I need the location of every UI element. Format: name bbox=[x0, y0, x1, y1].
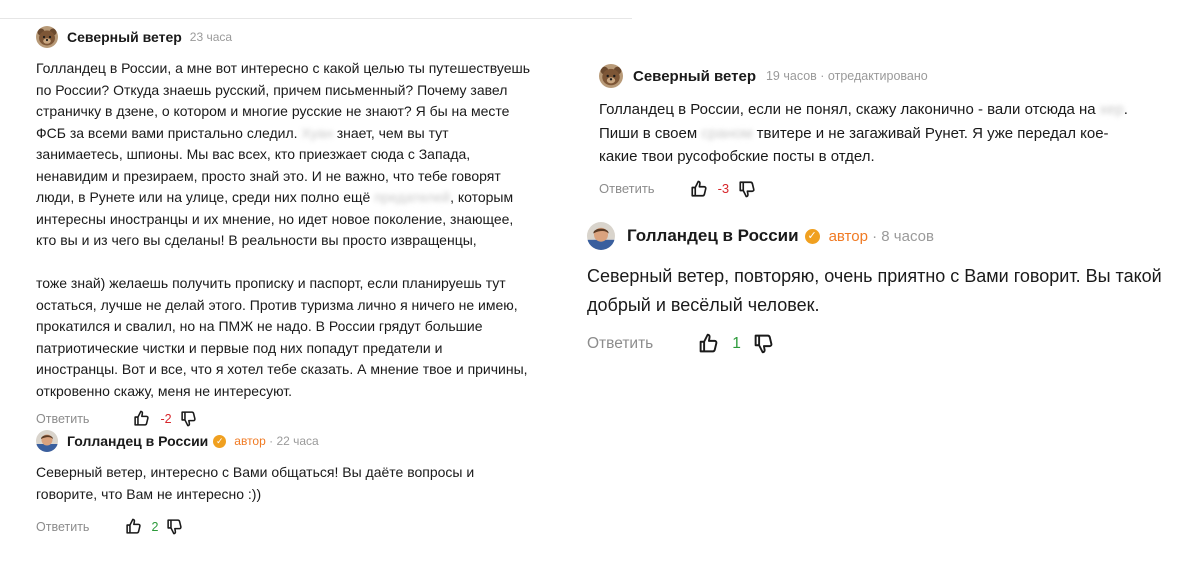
rating-count: -2 bbox=[160, 411, 172, 426]
reply-button[interactable]: Ответить bbox=[36, 520, 89, 534]
thumbs-up-icon[interactable] bbox=[690, 180, 708, 198]
comment-text: Северный ветер, интересно с Вами общатьс… bbox=[36, 464, 475, 502]
thumbs-down-icon[interactable] bbox=[180, 410, 197, 427]
comment-meta: автор · 8 часов bbox=[828, 227, 934, 245]
comment-header: Северный ветер 23 часа bbox=[36, 26, 596, 48]
comment-time: 8 часов bbox=[881, 227, 934, 245]
bear-avatar-icon[interactable] bbox=[36, 26, 58, 48]
comment-text-part: Голландец в России, а мне вот интересно … bbox=[36, 60, 531, 141]
comment-header: Северный ветер 19 часов · отредактирован… bbox=[599, 64, 1189, 88]
comment-actions: Ответить 1 bbox=[587, 333, 1197, 354]
comment-text: Голландец в России, если не понял, скажу… bbox=[599, 98, 1189, 169]
verified-check-icon: ✓ bbox=[804, 228, 820, 244]
comment-text-part: , которым интересны иностранцы и их мнен… bbox=[36, 189, 528, 399]
comment-text-part: Голландец в России, если не понял, скажу… bbox=[599, 101, 1100, 118]
comment-actions: Ответить -2 bbox=[36, 410, 596, 427]
rating-count: 1 bbox=[732, 334, 741, 352]
comment-meta: автор · 22 часа bbox=[234, 434, 319, 448]
comment-author[interactable]: Северный ветер bbox=[633, 68, 756, 85]
comment-header: Голландец в России ✓ автор · 8 часов bbox=[587, 222, 1197, 250]
thumbs-down-icon[interactable] bbox=[753, 333, 774, 354]
blurred-word: хер bbox=[1099, 101, 1124, 118]
blurred-word: Хуан bbox=[301, 124, 333, 141]
comment-author[interactable]: Голландец в России bbox=[67, 433, 208, 449]
author-badge: автор bbox=[828, 227, 868, 245]
comment: Северный ветер 19 часов · отредактирован… bbox=[599, 64, 1189, 198]
rating-count: 2 bbox=[151, 519, 159, 534]
comment-text: Голландец в России, а мне вот интересно … bbox=[36, 58, 596, 402]
thumbs-up-icon[interactable] bbox=[133, 410, 150, 427]
reply-button[interactable]: Ответить bbox=[599, 181, 655, 196]
reply-button[interactable]: Ответить bbox=[587, 335, 653, 353]
user-photo-avatar-icon[interactable] bbox=[587, 222, 615, 250]
user-photo-avatar-icon[interactable] bbox=[36, 430, 58, 452]
comment: Голландец в России ✓ автор · 22 часа Сев… bbox=[36, 430, 596, 535]
divider bbox=[0, 18, 632, 19]
comment: Северный ветер 23 часа Голландец в Росси… bbox=[36, 26, 596, 427]
comment-time: 22 часа bbox=[276, 434, 319, 448]
comment: Голландец в России ✓ автор · 8 часов Сев… bbox=[587, 222, 1197, 354]
comment-meta: 19 часов · отредактировано bbox=[765, 69, 928, 83]
comment-time: 19 часов bbox=[765, 69, 817, 83]
comment-time: 23 часа bbox=[189, 30, 233, 44]
comment-author[interactable]: Голландец в России bbox=[627, 226, 799, 246]
thumbs-up-icon[interactable] bbox=[698, 333, 719, 354]
comment-author[interactable]: Северный ветер bbox=[67, 29, 182, 45]
reply-button[interactable]: Ответить bbox=[36, 412, 89, 426]
author-badge: автор bbox=[234, 434, 266, 448]
bear-avatar-icon[interactable] bbox=[599, 64, 623, 88]
comment-header: Голландец в России ✓ автор · 22 часа bbox=[36, 430, 596, 452]
blurred-word: сраном bbox=[701, 124, 753, 142]
thumbs-down-icon[interactable] bbox=[166, 518, 183, 535]
comment-actions: Ответить -3 bbox=[599, 180, 1189, 198]
rating-count: -3 bbox=[717, 181, 730, 196]
comment-text: Северный ветер, повторяю, очень приятно … bbox=[587, 266, 1162, 315]
thumbs-down-icon[interactable] bbox=[738, 180, 756, 198]
blurred-word: предателей bbox=[374, 189, 451, 205]
edited-label: отредактировано bbox=[827, 69, 928, 83]
thumbs-up-icon[interactable] bbox=[125, 518, 142, 535]
verified-check-icon: ✓ bbox=[213, 434, 227, 448]
comment-actions: Ответить 2 bbox=[36, 518, 596, 535]
